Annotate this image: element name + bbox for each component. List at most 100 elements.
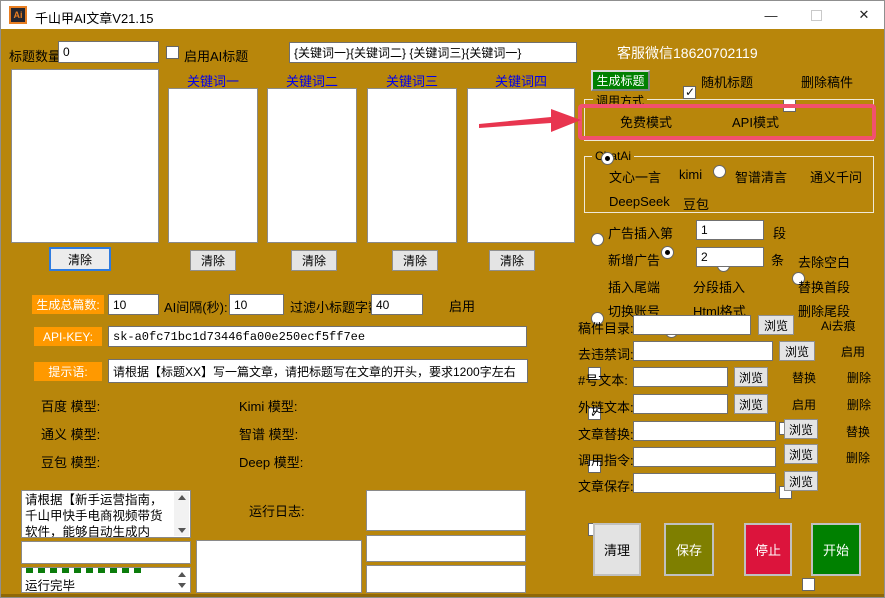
extlink-label: 外链文本:	[578, 400, 634, 415]
clear-button-kw2[interactable]: 清除	[291, 250, 337, 271]
tongyi-model-label: 通义 模型:	[41, 427, 101, 442]
generate-title-button[interactable]: 生成标题	[591, 70, 650, 91]
remove-blank-label: 去除空白	[798, 255, 851, 270]
new-ad-unit: 条	[771, 253, 785, 268]
ban-words-browse-button[interactable]: 浏览	[779, 341, 815, 361]
draft-dir-browse-button[interactable]: 浏览	[758, 315, 794, 335]
log-box-left[interactable]	[21, 541, 191, 564]
extlink-input[interactable]	[633, 394, 728, 414]
keyword-box-3[interactable]	[367, 88, 457, 243]
log-box-middle[interactable]	[196, 540, 362, 593]
scroll-up-icon[interactable]	[177, 495, 186, 500]
zhipu-model-label: 智谱 模型:	[239, 427, 299, 442]
free-mode-label: 免费模式	[620, 115, 673, 130]
scroll-down-icon[interactable]	[177, 528, 186, 533]
maximize-icon	[810, 9, 822, 21]
extlink-enable-label: 启用	[792, 398, 817, 412]
article-save-input[interactable]	[633, 473, 776, 493]
minimize-button[interactable]: —	[751, 1, 791, 29]
ai-title-checkbox-label: 启用AI标题	[184, 49, 249, 64]
hash-text-browse-button[interactable]: 浏览	[734, 367, 768, 387]
keyword-box-1[interactable]	[168, 88, 258, 243]
total-count-input[interactable]	[108, 294, 159, 315]
ad-insert-at-label: 广告插入第	[608, 226, 674, 241]
baidu-model-label: 百度 模型:	[41, 399, 101, 414]
wechat-contact-text: 客服微信18620702119	[617, 45, 758, 61]
prompt-input[interactable]	[108, 359, 528, 383]
scroll-down-icon[interactable]	[177, 583, 186, 588]
article-save-label: 文章保存:	[578, 479, 634, 494]
kimi-radio[interactable]	[661, 246, 674, 259]
ban-words-input[interactable]	[633, 341, 773, 361]
prompt-label: 提示语:	[34, 362, 102, 381]
title-list-box[interactable]	[11, 69, 159, 243]
new-ad-input[interactable]	[696, 247, 764, 267]
scrollbar[interactable]	[174, 492, 189, 536]
app-window: Ai 千山甲AI文章V21.15 — ✕ 标题数量: 启用AI标题 客服微信18…	[0, 0, 885, 598]
title-count-label: 标题数量:	[9, 49, 65, 64]
doubao-label: 豆包	[683, 197, 710, 212]
save-button[interactable]: 保存	[664, 523, 714, 576]
apikey-input[interactable]	[108, 326, 527, 347]
start-button[interactable]: 开始	[811, 523, 861, 576]
keyword-box-2[interactable]	[267, 88, 357, 243]
maximize-button[interactable]	[796, 1, 836, 29]
hash-text-input[interactable]	[633, 367, 728, 387]
prompt-preview-text: 请根据【新手运营指南，千山甲快手电商视频带货软件，能够自动生成内容，推	[25, 493, 163, 538]
wenxin-radio[interactable]	[591, 233, 604, 246]
article-replace-label: 文章替换:	[578, 427, 634, 442]
keyword-template-input[interactable]	[289, 42, 577, 63]
hash-replace-label: 替换	[792, 371, 817, 385]
window-title: 千山甲AI文章V21.15	[35, 11, 154, 26]
ai-trace-checkbox[interactable]	[802, 578, 815, 591]
kimi-label: kimi	[679, 167, 703, 182]
article-replace-browse-button[interactable]: 浏览	[784, 419, 818, 439]
article-replace-check-label: 替换	[846, 425, 871, 439]
delete-draft-label: 删除稿件	[801, 75, 854, 90]
run-status-box[interactable]: 运行完毕	[21, 567, 191, 593]
api-mode-label: API模式	[732, 115, 779, 130]
article-save-browse-button[interactable]: 浏览	[784, 471, 818, 491]
clear-button-titles[interactable]: 清除	[49, 247, 111, 271]
scroll-up-icon[interactable]	[177, 572, 186, 577]
draft-dir-input[interactable]	[633, 315, 751, 335]
replace-first-label: 替换首段	[798, 280, 851, 295]
clipped-log-line	[26, 568, 146, 573]
call-command-input[interactable]	[633, 447, 776, 467]
interval-input[interactable]	[229, 294, 284, 315]
clear-button-kw3[interactable]: 清除	[392, 250, 438, 271]
call-command-browse-button[interactable]: 浏览	[784, 444, 818, 464]
run-log-label: 运行日志:	[249, 504, 305, 519]
log-box-2[interactable]	[366, 535, 526, 562]
filter-subtitle-input[interactable]	[371, 294, 423, 315]
scrollbar[interactable]	[174, 569, 189, 591]
ai-title-checkbox[interactable]	[166, 46, 179, 59]
title-count-input[interactable]	[58, 41, 159, 63]
deepseek-label: DeepSeek	[609, 194, 670, 209]
title-bar: Ai 千山甲AI文章V21.15 — ✕	[1, 1, 884, 29]
kimi-model-label: Kimi 模型:	[239, 399, 298, 414]
prompt-preview-textarea[interactable]: 请根据【新手运营指南，千山甲快手电商视频带货软件，能够自动生成内容，推	[21, 490, 191, 538]
extlink-browse-button[interactable]: 浏览	[734, 394, 768, 414]
hash-text-label: #号文本:	[578, 373, 628, 388]
window-bottom-edge	[1, 594, 884, 597]
call-command-delete-label: 删除	[846, 451, 871, 465]
free-mode-radio[interactable]	[601, 152, 614, 165]
stop-button[interactable]: 停止	[744, 523, 792, 576]
clear-button-kw4[interactable]: 清除	[489, 250, 535, 271]
filter-enable-label: 启用	[449, 299, 476, 314]
log-box-3[interactable]	[366, 565, 526, 593]
extlink-delete-label: 删除	[847, 398, 872, 412]
random-title-checkbox[interactable]	[683, 85, 696, 99]
api-mode-radio[interactable]	[713, 165, 726, 178]
close-button[interactable]: ✕	[844, 1, 884, 29]
log-box-1[interactable]	[366, 490, 526, 531]
app-icon: Ai	[9, 6, 27, 24]
clean-button[interactable]: 清理	[593, 523, 641, 576]
ad-insert-at-input[interactable]	[696, 220, 764, 240]
article-replace-input[interactable]	[633, 421, 776, 441]
clear-button-kw1[interactable]: 清除	[190, 250, 236, 271]
close-icon: ✕	[858, 7, 870, 22]
draft-dir-label: 稿件目录:	[578, 321, 634, 336]
hash-delete-label: 删除	[847, 371, 872, 385]
